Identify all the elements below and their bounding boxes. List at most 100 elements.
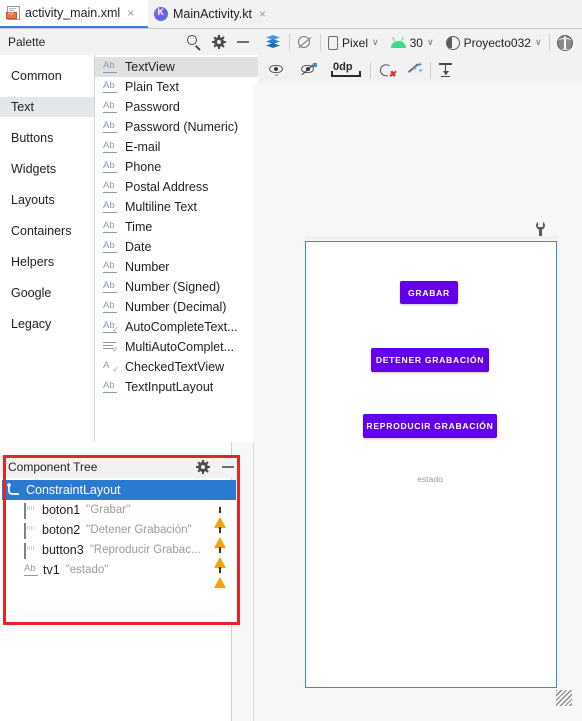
tab-mainactivity-kt[interactable]: MainActivity.kt × (148, 0, 278, 28)
palette-category-text[interactable]: Text (0, 97, 94, 117)
eye-view-options-icon[interactable]: ⌄ (268, 64, 285, 78)
palette-item-label: TextView (125, 60, 175, 74)
palette-item[interactable]: Ab Number (Decimal) (95, 297, 258, 317)
palette-category-common[interactable]: Common (0, 66, 94, 86)
search-icon[interactable] (187, 35, 201, 51)
ab-icon: Ab (103, 380, 118, 394)
palette-item-label: AutoCompleteText... (125, 320, 238, 334)
palette-item-label: Multiline Text (125, 200, 198, 214)
preview-button[interactable]: GRABAR (400, 281, 458, 304)
palette-item[interactable]: Ab Password (Numeric) (95, 117, 258, 137)
warning-icon[interactable] (214, 503, 227, 528)
palette-category-buttons[interactable]: Buttons (0, 128, 94, 148)
palette-item[interactable]: Ab Date (95, 237, 258, 257)
minimize-icon[interactable] (222, 466, 234, 468)
device-selector[interactable]: Pixel ∨ (328, 35, 379, 50)
blueprint-toggle-icon[interactable] (297, 35, 313, 51)
theme-selector[interactable]: Proyecto032 ∨ (445, 35, 542, 50)
ab-icon: Ab (103, 140, 118, 154)
palette-item[interactable]: Ab Number (Signed) (95, 277, 258, 297)
palette-item[interactable]: Ab TextInputLayout (95, 377, 258, 397)
close-icon[interactable]: × (127, 6, 134, 20)
palette-item[interactable]: Ab TextView (95, 57, 258, 77)
ab-icon: Ab (24, 563, 39, 577)
palette-item-label: TextInputLayout (125, 380, 214, 394)
device-preview-frame[interactable] (305, 241, 557, 688)
palette-item-label: CheckedTextView (125, 360, 225, 374)
tab-activity-main-xml[interactable]: activity_main.xml × (0, 0, 148, 28)
infer-constraints-magic-icon[interactable]: ✦ ✦ ✦ (407, 62, 423, 78)
component-value: "Grabar" (86, 504, 131, 516)
toolbar-separator (370, 61, 371, 79)
widget-icon (24, 503, 38, 519)
design-canvas[interactable]: GRABAR DETENER GRABACIÓN REPRODUCIR GRABAC… (254, 84, 582, 721)
toolbar-separator (320, 34, 321, 51)
default-margin-icon[interactable]: 0dp (329, 61, 363, 78)
palette-item[interactable]: Ab ✓ AutoCompleteText... (95, 317, 258, 337)
palette-category-legacy[interactable]: Legacy (0, 314, 94, 334)
baseline-align-icon[interactable] (438, 63, 453, 77)
component-value: "estado" (65, 564, 109, 576)
palette-item[interactable]: Ab Number (95, 257, 258, 277)
hide-constraints-icon[interactable] (301, 63, 317, 77)
minimize-icon[interactable] (237, 41, 249, 43)
component-tree-row[interactable]: Ab tv1 "estado" (2, 560, 236, 588)
preview-text-view[interactable]: estado (399, 474, 461, 486)
palette-item[interactable]: Ab Phone (95, 157, 258, 177)
warning-icon[interactable] (214, 523, 227, 548)
chevron-down-icon: ∨ (534, 37, 542, 47)
palette-item[interactable]: Ab E-mail (95, 137, 258, 157)
preview-button[interactable]: REPRODUCIR GRABACIÓN (363, 414, 497, 438)
palette-item[interactable]: Ab Time (95, 217, 258, 237)
palette-item-label: Password (Numeric) (125, 120, 239, 134)
theme-label: Proyecto032 (463, 35, 531, 50)
palette-category-list[interactable]: Common Text Buttons Widgets Layouts Container… (0, 55, 95, 442)
palette-category-label: Widgets (11, 162, 57, 176)
api-selector[interactable]: 30 ∨ (390, 36, 434, 50)
palette-category-helpers[interactable]: Helpers (0, 252, 94, 272)
a-check-icon: A ✓ (103, 359, 119, 374)
component-tree-row[interactable]: boton2 "Detener Grabación" (2, 520, 236, 548)
globe-locale-icon[interactable] (556, 34, 573, 51)
palette-item-label: Number (Signed) (125, 280, 221, 294)
close-icon[interactable]: × (259, 7, 266, 21)
layers-icon[interactable] (266, 35, 282, 50)
theme-icon (445, 35, 460, 50)
design-toolbar-primary: Pixel ∨ 30 ∨ Proyecto032 ∨ (258, 29, 582, 57)
palette-category-containers[interactable]: Containers (0, 221, 94, 241)
palette-category-widgets[interactable]: Widgets (0, 159, 94, 179)
palette-category-google[interactable]: Google (0, 283, 94, 303)
component-tree-row[interactable]: button3 "Reproducir Grabac... (2, 540, 236, 568)
palette-item[interactable]: Ab Postal Address (95, 177, 258, 197)
palette-item[interactable]: Ab Multiline Text (95, 197, 258, 217)
gear-icon[interactable] (212, 35, 226, 49)
gear-icon[interactable] (196, 460, 210, 474)
palette-body: Common Text Buttons Widgets Layouts Container… (0, 55, 258, 443)
ab-icon: Ab (103, 60, 118, 74)
warning-icon[interactable] (214, 563, 227, 588)
constraint-layout-icon (6, 483, 22, 497)
lines-check-icon: ✓ (103, 341, 119, 354)
preview-button[interactable]: DETENER GRABACIÓN (371, 348, 489, 372)
widget-icon (24, 543, 38, 559)
palette-item[interactable]: Ab Password (95, 97, 258, 117)
component-tree-row[interactable]: boton1 "Grabar" (2, 500, 236, 528)
component-tree-row[interactable]: ConstraintLayout (2, 480, 236, 500)
palette-item-label: MultiAutoComplet... (125, 340, 235, 354)
palette-item[interactable]: ✓ MultiAutoComplet... (95, 337, 258, 357)
palette-item[interactable]: A ✓ CheckedTextView (95, 357, 258, 377)
clear-all-constraints-icon[interactable]: ✖ (378, 62, 396, 79)
canvas-resize-handle[interactable] (556, 690, 572, 706)
palette-category-layouts[interactable]: Layouts (0, 190, 94, 210)
warning-icon[interactable] (214, 543, 227, 568)
palette-item[interactable]: Ab Plain Text (95, 77, 258, 97)
ab-icon: Ab (103, 100, 118, 114)
component-tree-list[interactable]: ConstraintLayout boton1 "Grabar" boton2 "Det… (2, 480, 236, 623)
component-value: "Detener Grabación" (86, 524, 192, 536)
palette-item-list[interactable]: Ab TextView Ab Plain Text Ab Password Ab Passwo… (95, 55, 258, 442)
palette-category-label: Text (11, 100, 34, 114)
palette-title: Palette (8, 35, 46, 49)
tab-label: activity_main.xml (25, 6, 121, 20)
default-margin-label: 0dp (333, 61, 353, 73)
widget-icon (24, 523, 38, 539)
